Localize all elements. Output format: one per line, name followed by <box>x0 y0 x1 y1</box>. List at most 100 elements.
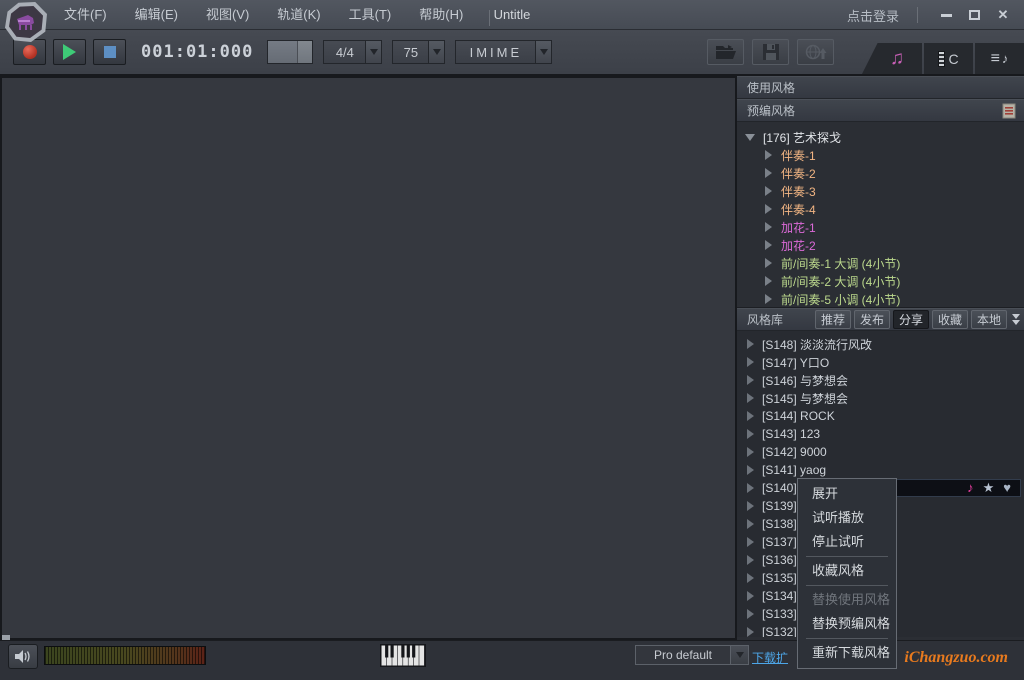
expand-triangle-icon[interactable] <box>747 429 754 439</box>
preset-selector[interactable]: Pro default <box>635 645 749 665</box>
login-link[interactable]: 点击登录 <box>847 6 899 25</box>
piano-roll-icon <box>938 51 945 67</box>
menu-视图[interactable]: 视图(V) <box>192 0 263 29</box>
library-list-item[interactable]: [S143] 123 <box>737 425 1024 443</box>
library-tab-分享[interactable]: 分享 <box>893 310 929 329</box>
app-logo-icon[interactable] <box>5 2 47 42</box>
library-tab-收藏[interactable]: 收藏 <box>932 310 968 329</box>
expand-triangle-icon[interactable] <box>765 240 772 250</box>
tree-root[interactable]: [176] 艺术探戈 <box>737 128 1024 146</box>
view-mode-tabs: ♫ C ≡ ♪ <box>860 43 1024 74</box>
expand-triangle-icon[interactable] <box>765 150 772 160</box>
expand-triangle-icon[interactable] <box>747 537 754 547</box>
expand-triangle-icon[interactable] <box>765 168 772 178</box>
collapse-triangle-icon[interactable] <box>745 134 755 141</box>
upload-button[interactable] <box>797 39 834 65</box>
context-menu-item-展开[interactable]: 展开 <box>798 482 896 506</box>
expand-triangle-icon[interactable] <box>747 393 754 403</box>
stop-button[interactable] <box>93 39 126 65</box>
arrange-canvas[interactable] <box>0 76 737 640</box>
tree-item[interactable]: 伴奏-2 <box>737 164 1024 182</box>
context-menu-item-收藏风格[interactable]: 收藏风格 <box>798 559 896 583</box>
expand-triangle-icon[interactable] <box>747 627 754 637</box>
maximize-button[interactable] <box>962 5 988 25</box>
tab-style-notes[interactable]: ♫ <box>862 43 922 74</box>
expand-triangle-icon[interactable] <box>765 222 772 232</box>
minimize-button[interactable] <box>934 5 960 25</box>
tree-item[interactable]: 伴奏-3 <box>737 182 1024 200</box>
preset-selector-arrow[interactable] <box>730 646 748 664</box>
double-down-arrow-icon[interactable] <box>1012 314 1020 326</box>
expand-triangle-icon[interactable] <box>747 591 754 601</box>
context-menu-item-试听播放[interactable]: 试听播放 <box>798 506 896 530</box>
library-item-label: [S143] 123 <box>762 427 820 441</box>
menu-工具[interactable]: 工具(T) <box>335 0 406 29</box>
library-tab-本地[interactable]: 本地 <box>971 310 1007 329</box>
star-icon[interactable]: ★ <box>983 480 995 496</box>
tab-playlist[interactable]: ≡ ♪ <box>975 43 1024 74</box>
menu-编辑[interactable]: 编辑(E) <box>121 0 192 29</box>
library-tab-推荐[interactable]: 推荐 <box>815 310 851 329</box>
library-list-item[interactable]: [S148] 淡淡流行风改 <box>737 335 1024 353</box>
meter-combo[interactable]: 4/4 <box>323 40 382 64</box>
document-icon[interactable] <box>1002 103 1016 126</box>
key-signature-box[interactable] <box>267 40 313 64</box>
expand-triangle-icon[interactable] <box>747 483 754 493</box>
play-button[interactable] <box>53 39 86 65</box>
library-list-item[interactable]: [S145] 与梦想会 <box>737 389 1024 407</box>
library-list-item[interactable]: [S141] yaog <box>737 461 1024 479</box>
library-item-label: [S132] <box>762 625 797 637</box>
ime-dropdown-arrow[interactable] <box>535 40 552 64</box>
music-note-icon[interactable]: ♪ <box>967 480 974 496</box>
context-menu-item-停止试听[interactable]: 停止试听 <box>798 530 896 554</box>
menu-轨道[interactable]: 轨道(K) <box>263 0 334 29</box>
tree-item[interactable]: 前/间奏-2 大调 (4小节) <box>737 272 1024 290</box>
expand-triangle-icon[interactable] <box>747 447 754 457</box>
expand-triangle-icon[interactable] <box>765 258 772 268</box>
menu-帮助[interactable]: 帮助(H) <box>405 0 477 29</box>
expand-triangle-icon[interactable] <box>747 609 754 619</box>
record-icon <box>23 45 37 59</box>
tempo-dropdown-arrow[interactable] <box>428 40 445 64</box>
expand-triangle-icon[interactable] <box>747 339 754 349</box>
menu-文件[interactable]: 文件(F) <box>50 0 121 29</box>
ime-combo[interactable]: IMIME <box>455 40 552 64</box>
context-menu-item-替换预编风格[interactable]: 替换预编风格 <box>798 612 896 636</box>
expand-triangle-icon[interactable] <box>765 276 772 286</box>
meter-dropdown-arrow[interactable] <box>365 40 382 64</box>
tree-item[interactable]: 前/间奏-5 小调 (4小节) <box>737 290 1024 308</box>
expand-triangle-icon[interactable] <box>747 519 754 529</box>
expand-triangle-icon[interactable] <box>747 375 754 385</box>
expand-triangle-icon[interactable] <box>765 294 772 304</box>
library-tab-发布[interactable]: 发布 <box>854 310 890 329</box>
expand-triangle-icon[interactable] <box>747 465 754 475</box>
library-list-item[interactable]: [S142] 9000 <box>737 443 1024 461</box>
pink-notes-icon: ♫ <box>890 48 904 70</box>
expand-triangle-icon[interactable] <box>747 411 754 421</box>
tree-item[interactable]: 伴奏-4 <box>737 200 1024 218</box>
close-button[interactable]: ✕ <box>990 5 1016 25</box>
context-menu-item-重新下载风格[interactable]: 重新下载风格 <box>798 641 896 665</box>
save-button[interactable] <box>752 39 789 65</box>
expand-triangle-icon[interactable] <box>765 186 772 196</box>
library-list-item[interactable]: [S147] Y口O <box>737 353 1024 371</box>
download-extension-link[interactable]: 下载扩 <box>752 649 788 666</box>
volume-button[interactable] <box>8 644 38 669</box>
library-list-item[interactable]: [S144] ROCK <box>737 407 1024 425</box>
heart-icon[interactable]: ♥ <box>1003 480 1011 496</box>
record-button[interactable] <box>13 39 46 65</box>
tree-item[interactable]: 加花-2 <box>737 236 1024 254</box>
expand-triangle-icon[interactable] <box>765 204 772 214</box>
tree-item[interactable]: 前/间奏-1 大调 (4小节) <box>737 254 1024 272</box>
tree-item[interactable]: 加花-1 <box>737 218 1024 236</box>
expand-triangle-icon[interactable] <box>747 573 754 583</box>
expand-triangle-icon[interactable] <box>747 501 754 511</box>
tab-chord-roll[interactable]: C <box>924 43 973 74</box>
expand-triangle-icon[interactable] <box>747 555 754 565</box>
library-list-item[interactable]: [S146] 与梦想会 <box>737 371 1024 389</box>
expand-triangle-icon[interactable] <box>747 357 754 367</box>
meter-value: 4/4 <box>323 40 365 64</box>
tree-item[interactable]: 伴奏-1 <box>737 146 1024 164</box>
tempo-combo[interactable]: 75 <box>392 40 445 64</box>
open-file-button[interactable] <box>707 39 744 65</box>
